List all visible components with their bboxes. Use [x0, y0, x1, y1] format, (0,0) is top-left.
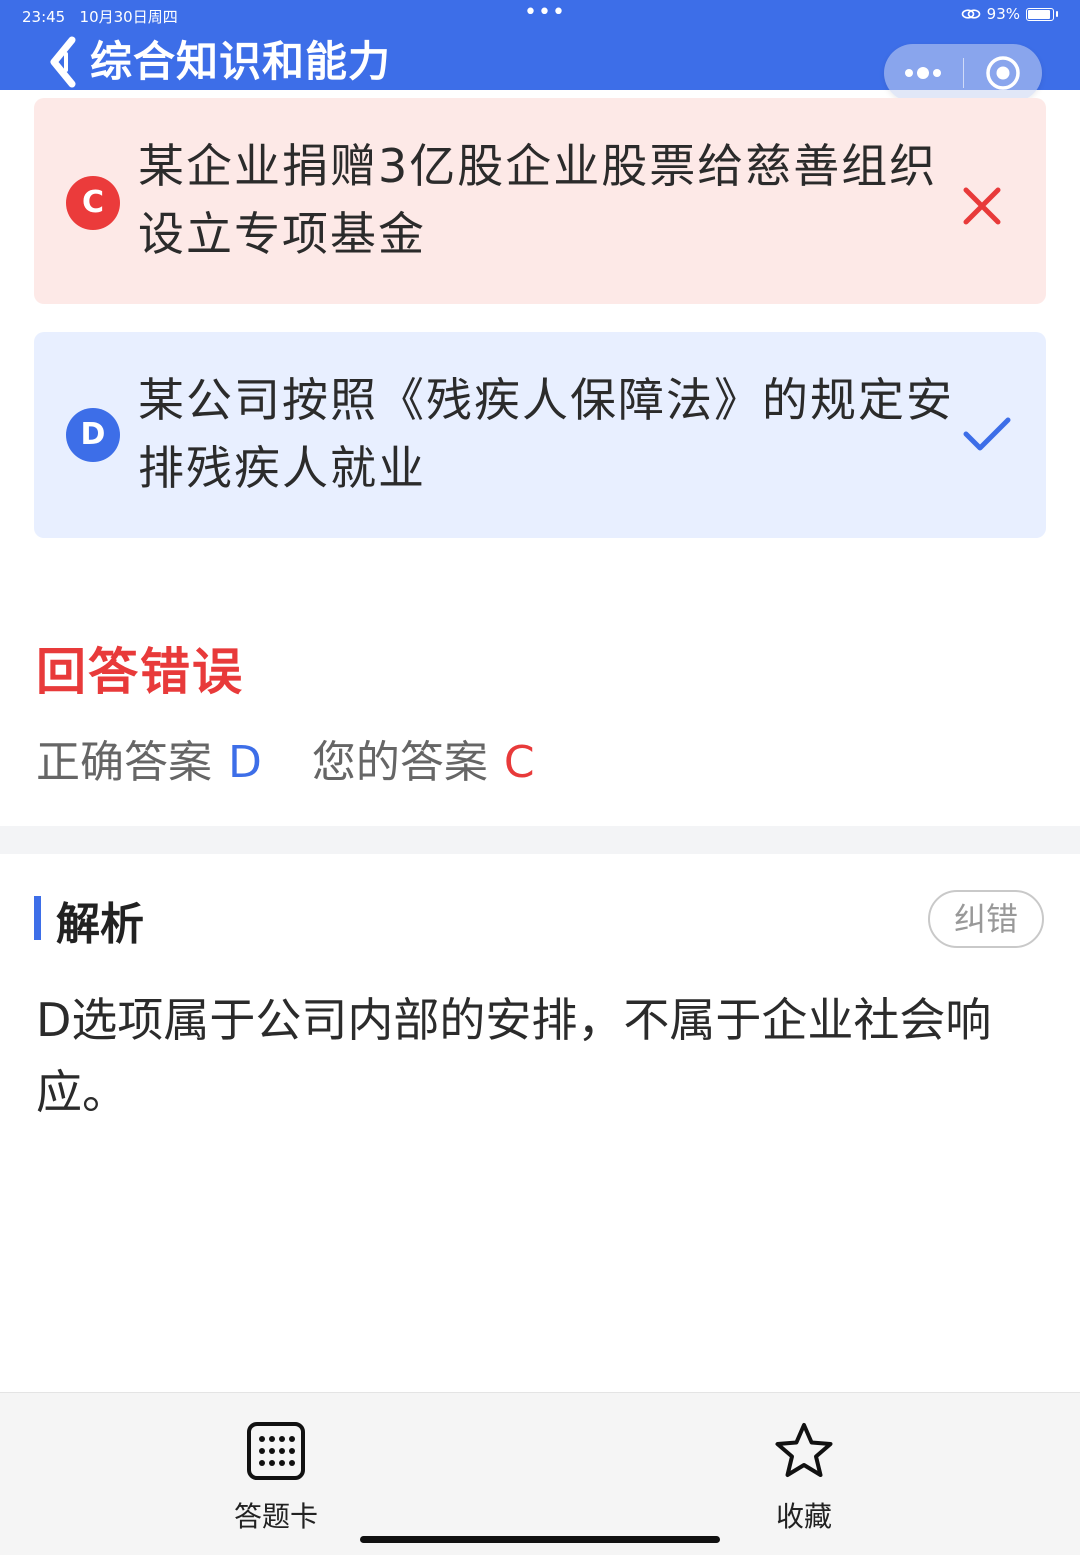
option-letter-badge: C [66, 176, 120, 230]
top-bar: 23:45 10月30日周四 ••• 93% 综合知识和能力 [0, 0, 1080, 102]
user-answer-label: 您的答案 [311, 737, 488, 788]
battery-percent: 93% [986, 5, 1020, 23]
answer-summary: 正确答案 D 您的答案 C [36, 726, 535, 790]
option-d[interactable]: D 某公司按照《残疾人保障法》的规定安排残疾人就业 [34, 332, 1046, 538]
answer-card-label: 答题卡 [233, 1500, 318, 1533]
status-time: 23:45 10月30日周四 [22, 8, 178, 26]
status-right: 93% [961, 5, 1058, 23]
status-bar: 23:45 10月30日周四 ••• 93% [0, 0, 1080, 32]
favorite-label: 收藏 [775, 1500, 832, 1533]
answer-card-button[interactable]: 答题卡 [176, 1393, 376, 1533]
page-title: 综合知识和能力 [90, 37, 392, 86]
result-title: 回答错误 [36, 643, 244, 701]
analysis-title: 解析 [56, 899, 144, 950]
check-icon [963, 417, 1011, 451]
home-indicator[interactable] [360, 1536, 720, 1543]
chevron-left-icon[interactable] [46, 34, 86, 88]
option-text: 某公司按照《残疾人保障法》的规定安排残疾人就业 [138, 373, 954, 495]
option-text: 某企业捐赠3亿股企业股票给慈善组织设立专项基金 [138, 139, 938, 261]
target-circle-icon[interactable] [964, 44, 1043, 102]
user-answer-value: C [503, 737, 535, 788]
star-icon [775, 1423, 833, 1477]
favorite-button[interactable]: 收藏 [704, 1393, 904, 1533]
option-c[interactable]: C 某企业捐赠3亿股企业股票给慈善组织设立专项基金 [34, 98, 1046, 304]
correct-answer-label: 正确答案 [36, 737, 212, 788]
bottom-toolbar: 答题卡 收藏 [0, 1392, 1080, 1555]
battery-icon [1026, 7, 1054, 21]
cross-icon [963, 187, 1001, 225]
more-dots-icon[interactable] [884, 44, 963, 102]
multitask-dots[interactable]: ••• [524, 0, 566, 26]
section-divider [0, 826, 1080, 854]
grid-icon [247, 1422, 305, 1480]
link-icon [961, 9, 980, 19]
report-error-button[interactable]: 纠错 [928, 890, 1044, 948]
correct-answer-value: D [228, 737, 262, 788]
section-accent-bar [34, 896, 41, 940]
option-letter-badge: D [66, 408, 120, 462]
mini-program-capsule [884, 44, 1042, 102]
analysis-text: D选项属于公司内部的安排，不属于企业社会响应。 [36, 993, 992, 1119]
